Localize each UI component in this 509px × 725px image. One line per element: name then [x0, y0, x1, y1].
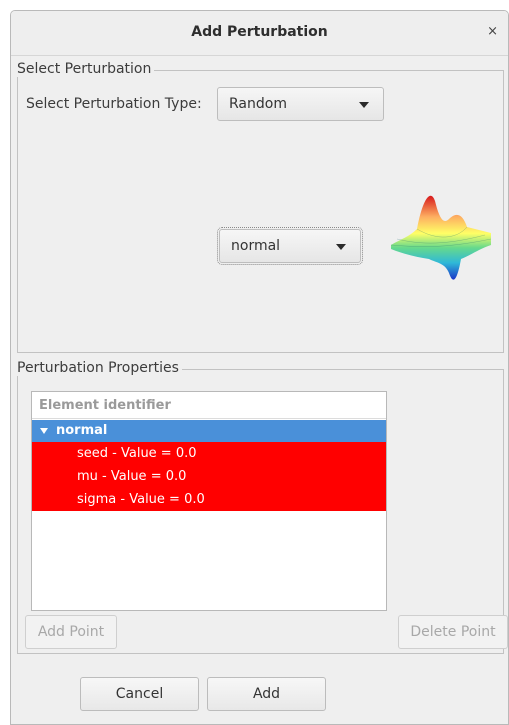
- tree-column-header[interactable]: Element identifier: [32, 392, 386, 419]
- chevron-down-icon: [359, 102, 369, 108]
- chevron-down-icon: [336, 244, 346, 250]
- tree-row-sigma[interactable]: sigma - Value = 0.0: [32, 488, 386, 511]
- expand-arrow-icon[interactable]: [40, 428, 48, 434]
- tree-row-label: mu - Value = 0.0: [77, 469, 187, 484]
- tree-row-normal-label: normal: [56, 423, 108, 438]
- tree-header-label: Element identifier: [39, 398, 171, 413]
- select-perturbation-group-title: Select Perturbation: [17, 61, 155, 77]
- distribution-value: normal: [231, 238, 281, 254]
- 3d-surface-plot-icon: [390, 195, 492, 280]
- tree-row-mu[interactable]: mu - Value = 0.0: [32, 465, 386, 488]
- distribution-dropdown[interactable]: normal: [217, 227, 363, 265]
- cancel-button[interactable]: Cancel: [80, 677, 199, 711]
- add-button[interactable]: Add: [207, 677, 326, 711]
- perturbation-type-dropdown[interactable]: Random: [217, 87, 384, 121]
- add-perturbation-dialog: Add Perturbation × Select Perturbation S…: [10, 10, 509, 725]
- perturbation-type-value: Random: [229, 96, 287, 112]
- perturbation-tree[interactable]: Element identifier normal seed - Value =…: [31, 391, 387, 611]
- dialog-title: Add Perturbation: [191, 24, 328, 40]
- title-bar: Add Perturbation ×: [11, 11, 508, 56]
- perturbation-type-label: Select Perturbation Type:: [26, 96, 202, 112]
- delete-point-button[interactable]: Delete Point: [398, 615, 508, 649]
- tree-row-normal[interactable]: normal: [32, 420, 386, 442]
- tree-row-seed[interactable]: seed - Value = 0.0: [32, 442, 386, 465]
- tree-row-label: sigma - Value = 0.0: [77, 492, 205, 507]
- close-icon[interactable]: ×: [487, 24, 498, 39]
- add-point-button[interactable]: Add Point: [25, 615, 117, 649]
- perturbation-properties-group-title: Perturbation Properties: [17, 360, 182, 376]
- tree-row-label: seed - Value = 0.0: [77, 446, 197, 461]
